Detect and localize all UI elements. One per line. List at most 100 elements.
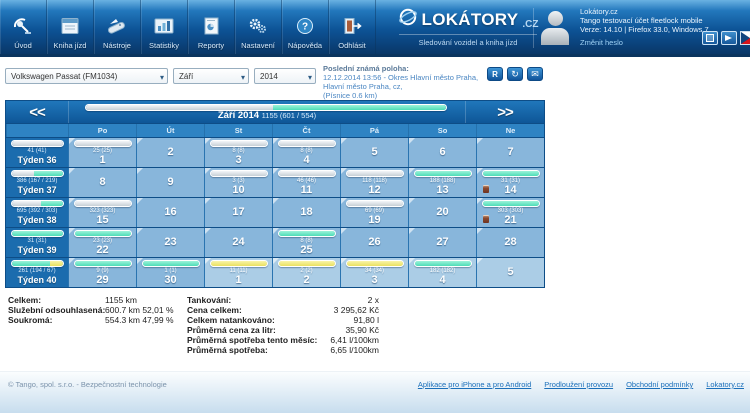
footer-link-obchodni-podminky[interactable]: Obchodní podmínky [626,380,693,389]
silver-bar-segment [12,171,34,176]
logo-text: LOKÁTORY [422,10,519,30]
day-number: 21 [477,214,544,226]
day-cell-28[interactable]: 28 [476,228,544,257]
day-cell-24[interactable]: 24 [204,228,272,257]
day-cell-26[interactable]: 26 [340,228,408,257]
week-label-tyden-37[interactable]: 386 (167 / 219)Týden 37 [6,168,68,197]
day-cell-9[interactable]: 9 [136,168,204,197]
vehicle-select[interactable]: Volkswagen Passat (FM1034) ▾ [5,68,168,84]
teal-bar-segment [483,201,539,206]
day-cell-15[interactable]: 323 (323)15 [68,198,136,227]
day-progress-bar [74,230,132,237]
mail-button[interactable]: ✉ [527,67,543,81]
teal-bar-segment [279,231,335,236]
day-cell-13[interactable]: 188 (188)13 [408,168,476,197]
day-cell-23[interactable]: 23 [136,228,204,257]
nav-item-nastroje[interactable]: Nástroje [94,0,141,54]
refresh-button[interactable]: ↻ [507,67,523,81]
change-password-link[interactable]: Změnit heslo [580,38,623,47]
silver-bar-segment [279,141,335,146]
day-cell-6[interactable]: 6 [408,138,476,167]
teal-bar-segment [75,231,131,236]
day-cell-12[interactable]: 118 (118)12 [340,168,408,197]
last-known-position: Poslední známá poloha: 12.12.2014 13:56 … [323,64,491,100]
day-cell-29[interactable]: 9 (9)29 [68,258,136,287]
day-cell-5[interactable]: 5 [340,138,408,167]
day-cell-27[interactable]: 27 [408,228,476,257]
day-cell-25[interactable]: 8 (8)25 [272,228,340,257]
day-cell-11[interactable]: 46 (46)11 [272,168,340,197]
footer-link-aplikace-pro-iphone-a-pro-android[interactable]: Aplikace pro iPhone a pro Android [418,380,531,389]
week-label-tyden-36[interactable]: 41 (41)Týden 36 [6,138,68,167]
week-label-tyden-40[interactable]: 261 (194 / 67)Týden 40 [6,258,68,287]
summary-row: Služební odsouhlasená:600.7 km 52,01 % [8,305,183,315]
logout-icon [341,14,363,38]
chevron-down-icon: ▾ [241,70,245,84]
nav-item-kniha-jizd[interactable]: Kniha jízd [47,0,94,54]
day-progress-bar [346,200,404,207]
nav-item-label: Nápověda [288,41,322,50]
day-cell-16[interactable]: 16 [136,198,204,227]
summary-label: Služební odsouhlasená: [8,305,105,315]
window-layout-icon[interactable] [702,31,718,45]
footer-link-prodlouzeni-provozu[interactable]: Prodloužení provozu [544,380,613,389]
copyright-text: © Tango, spol. s.r.o. - Bezpečnostní tec… [8,380,167,389]
nav-item-odhlasit[interactable]: Odhlásit [329,0,376,54]
summary-row: Průměrná spotřeba:6,65 l/100km [187,345,379,355]
week-distance-value: 386 (167 / 219) [6,178,68,184]
nav-item-label: Nástroje [103,41,131,50]
next-month-button[interactable]: >> [466,101,544,123]
help-icon: ? [294,14,316,38]
nav-item-reporty[interactable]: Reporty [188,0,235,54]
day-number: 3 [205,154,272,166]
day-cell-4[interactable]: 8 (8)4 [272,138,340,167]
silver-bar-segment [75,141,131,146]
week-label-tyden-38[interactable]: 695 (392 / 303)Týden 38 [6,198,68,227]
brand-logo: LOKÁTORY .CZ Sledování vozidel a kniha j… [399,7,537,47]
day-cell-7[interactable]: 7 [476,138,544,167]
day-progress-bar [278,230,336,237]
day-cell-oct-4[interactable]: 182 (182)4 [408,258,476,287]
teal-bar-segment [12,231,63,236]
send-plane-icon[interactable] [721,31,737,45]
month-select[interactable]: Září ▾ [173,68,249,84]
day-progress-bar [278,260,336,267]
day-cell-19[interactable]: 69 (69)19 [340,198,408,227]
nav-item-nastaveni[interactable]: Nastavení [235,0,282,54]
day-number: 5 [341,146,408,158]
day-cell-oct-5[interactable]: 5 [476,258,544,287]
day-cell-18[interactable]: 18 [272,198,340,227]
czech-flag-icon[interactable] [740,31,750,45]
day-cell-3[interactable]: 8 (8)3 [204,138,272,167]
nav-item-napoveda[interactable]: ? Nápověda [282,0,329,54]
day-cell-17[interactable]: 17 [204,198,272,227]
teal-bar-segment [483,171,539,176]
day-cell-8[interactable]: 8 [68,168,136,197]
day-cell-2[interactable]: 2 [136,138,204,167]
teal-bar-segment [415,261,471,266]
report-button[interactable]: R [487,67,503,81]
day-cell-10[interactable]: 3 (3)10 [204,168,272,197]
year-select[interactable]: 2014 ▾ [254,68,316,84]
day-cell-30[interactable]: 1 (1)30 [136,258,204,287]
summary-label: Celkem natankováno: [187,315,353,325]
day-cell-14[interactable]: 31 (31)14 [476,168,544,197]
prev-month-button[interactable]: << [6,101,68,123]
day-cell-oct-3[interactable]: 34 (34)3 [340,258,408,287]
day-cell-22[interactable]: 23 (23)22 [68,228,136,257]
logo-tagline: Sledování vozidel a kniha jízd [399,34,537,47]
day-cell-21[interactable]: 303 (303)21 [476,198,544,227]
footer-link-lokatory-cz[interactable]: Lokatory.cz [706,380,744,389]
day-number: 17 [205,206,272,218]
day-name-ct: Čt [272,124,340,137]
summary-row: Soukromá:554.3 km 47,99 % [8,315,183,325]
day-cell-oct-2[interactable]: 2 (2)2 [272,258,340,287]
week-distance-value: 261 (194 / 67) [6,268,68,274]
day-cell-oct-1[interactable]: 11 (11)1 [204,258,272,287]
nav-item-statistiky[interactable]: Statistiky [141,0,188,54]
week-label-tyden-39[interactable]: 31 (31)Týden 39 [6,228,68,257]
week-progress-bar [11,170,64,177]
day-cell-1[interactable]: 25 (25)1 [68,138,136,167]
nav-item-uvod[interactable]: Úvod [0,0,47,54]
day-cell-20[interactable]: 20 [408,198,476,227]
